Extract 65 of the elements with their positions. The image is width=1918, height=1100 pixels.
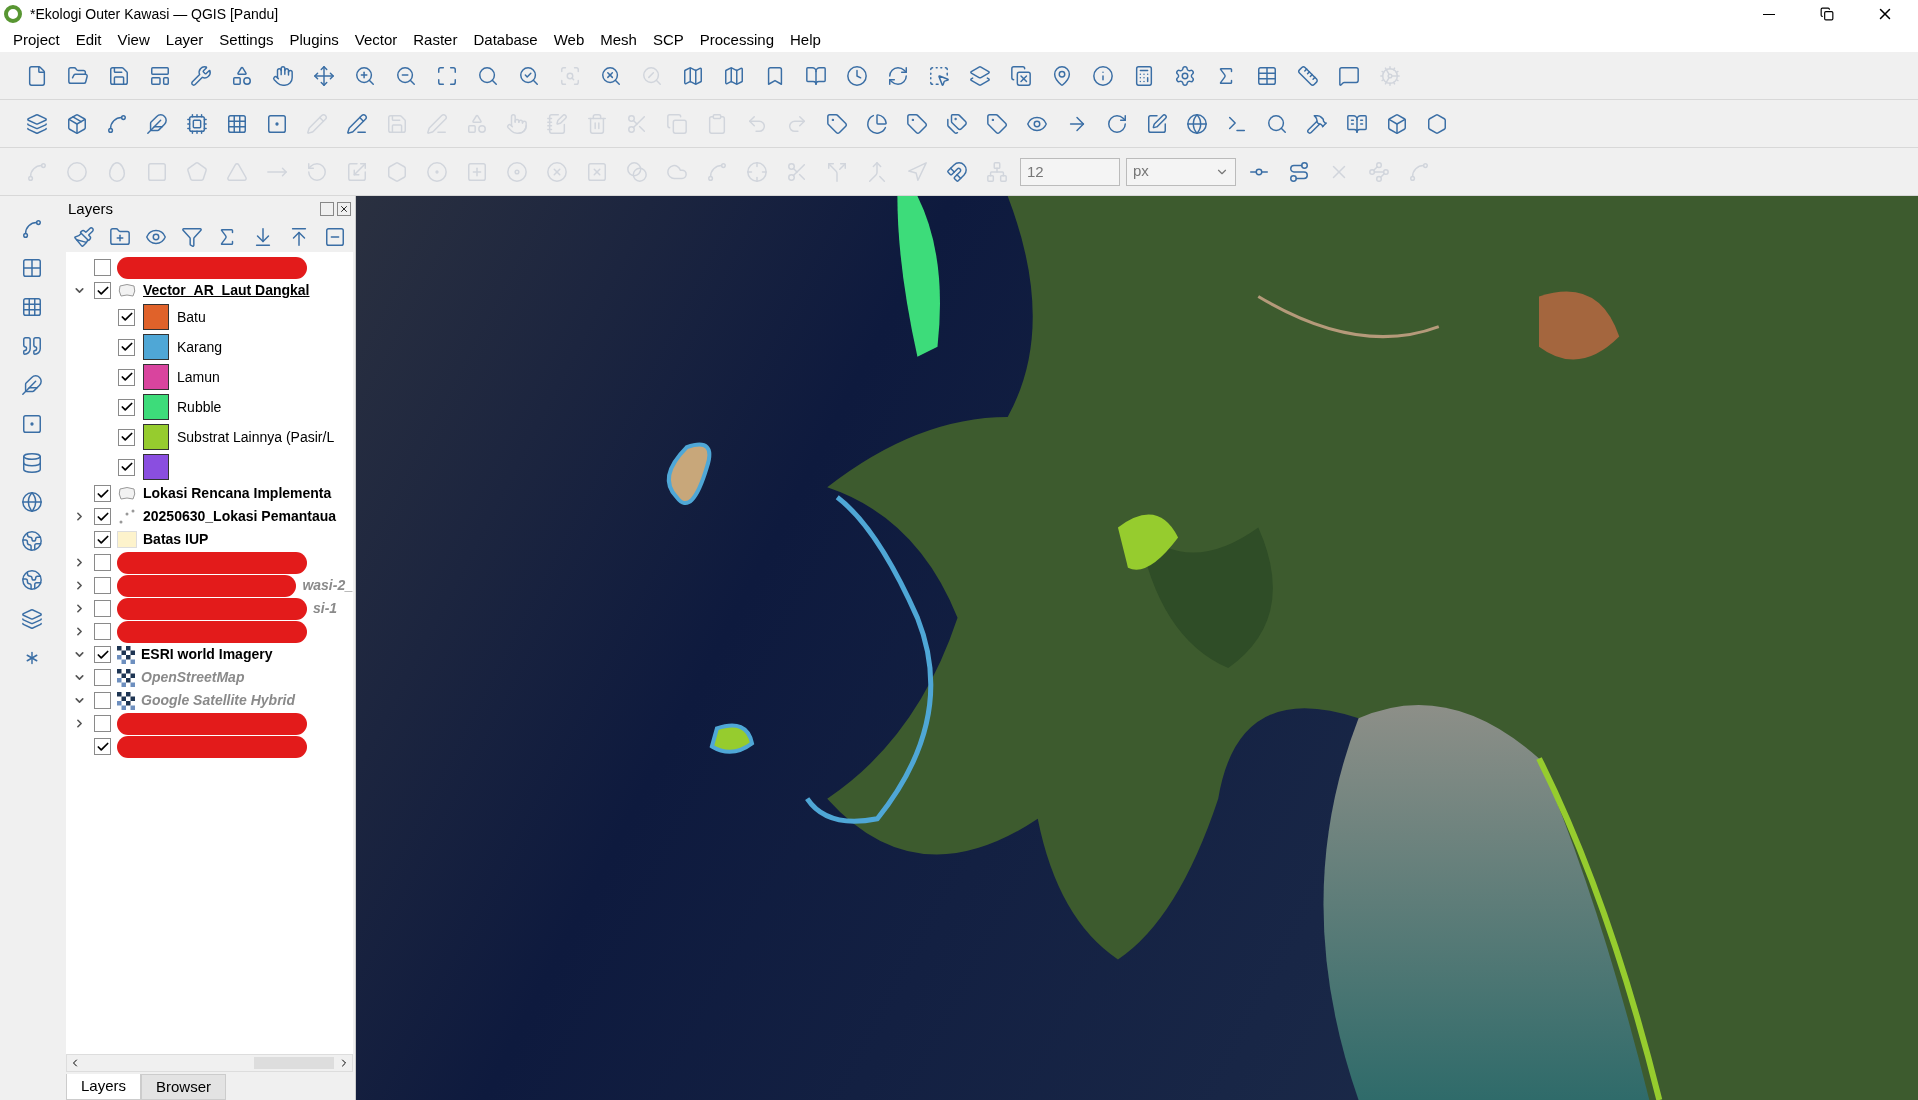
snap-tolerance-field[interactable]: 12 xyxy=(1020,157,1120,186)
layer-checkbox[interactable] xyxy=(94,646,111,663)
snap-unit-dropdown[interactable]: px xyxy=(1126,157,1236,186)
category-label: Lamun xyxy=(177,367,220,387)
qgis-logo-icon xyxy=(4,5,22,23)
layer-checkbox[interactable] xyxy=(94,600,111,617)
layer-checkbox[interactable] xyxy=(94,554,111,571)
panel-tab[interactable]: Browser xyxy=(141,1074,227,1100)
layer-checkbox[interactable] xyxy=(94,485,111,502)
layer-checkbox[interactable] xyxy=(94,623,111,640)
layer-name[interactable]: ESRI world Imagery xyxy=(141,644,273,665)
menu-item[interactable]: Settings xyxy=(212,28,281,52)
menu-item[interactable]: Web xyxy=(546,28,592,52)
window-title: *Ekologi Outer Kawasi — QGIS [Pandu] xyxy=(30,4,279,24)
menu-item[interactable]: Processing xyxy=(692,28,781,52)
layer-checkbox[interactable] xyxy=(94,508,111,525)
menu-item[interactable]: Layer xyxy=(158,28,211,52)
category-label: Rubble xyxy=(177,397,222,417)
layer-name-fragment: si-1 xyxy=(313,599,338,618)
menu-item[interactable]: Edit xyxy=(68,28,109,52)
category-label: Batu xyxy=(177,307,206,327)
layer-checkbox[interactable] xyxy=(94,715,111,732)
close-icon xyxy=(339,204,349,214)
horizontal-scrollbar[interactable] xyxy=(66,1054,353,1072)
layer-checkbox[interactable] xyxy=(94,738,111,755)
category-label: Substrat Lainnya (Pasir/L xyxy=(177,427,335,447)
layer-name[interactable]: Lokasi Rencana Implementa xyxy=(143,483,332,504)
layer-checkbox[interactable] xyxy=(118,308,135,326)
layer-checkbox[interactable] xyxy=(94,669,111,686)
menu-item[interactable]: Raster xyxy=(406,28,465,52)
fill-swatch-icon xyxy=(117,531,137,548)
restore-icon xyxy=(1820,7,1834,21)
layer-name[interactable]: Vector_AR_Laut Dangkal xyxy=(143,280,310,301)
menu-item[interactable]: Help xyxy=(783,28,828,52)
menu-item[interactable]: SCP xyxy=(645,28,691,52)
menu-item[interactable]: Database xyxy=(466,28,545,52)
layer-checkbox[interactable] xyxy=(94,259,111,276)
layer-checkbox[interactable] xyxy=(118,338,135,356)
menu-item[interactable]: Plugins xyxy=(282,28,346,52)
layer-checkbox[interactable] xyxy=(94,531,111,548)
layer-name[interactable]: 20250630_Lokasi Pemantaua xyxy=(143,506,336,527)
polygon-layer-icon xyxy=(117,485,137,502)
layer-checkbox[interactable] xyxy=(118,458,135,476)
layer-checkbox[interactable] xyxy=(118,428,135,446)
layer-name-fragment: wasi-2_ xyxy=(302,576,353,595)
panel-title: Layers xyxy=(68,198,115,219)
layer-checkbox[interactable] xyxy=(94,577,111,594)
raster-layer-icon xyxy=(117,645,135,664)
minimize-icon xyxy=(1763,13,1775,15)
menu-item[interactable]: View xyxy=(110,28,157,52)
menu-item[interactable]: Mesh xyxy=(593,28,644,52)
layer-checkbox[interactable] xyxy=(94,692,111,709)
layer-checkbox[interactable] xyxy=(118,368,135,386)
raster-layer-icon xyxy=(117,691,135,710)
layer-checkbox[interactable] xyxy=(94,282,111,299)
menu-item[interactable]: Vector xyxy=(347,28,405,52)
polygon-layer-icon xyxy=(117,282,137,299)
panel-tab[interactable]: Layers xyxy=(66,1074,142,1100)
layer-checkbox[interactable] xyxy=(118,398,135,416)
menu-item[interactable]: Project xyxy=(6,28,67,52)
close-panel-button[interactable] xyxy=(337,202,351,216)
point-layer-icon xyxy=(117,508,137,525)
raster-layer-icon xyxy=(117,668,135,687)
category-label: Karang xyxy=(177,337,223,357)
layer-name[interactable]: Batas IUP xyxy=(143,529,209,550)
